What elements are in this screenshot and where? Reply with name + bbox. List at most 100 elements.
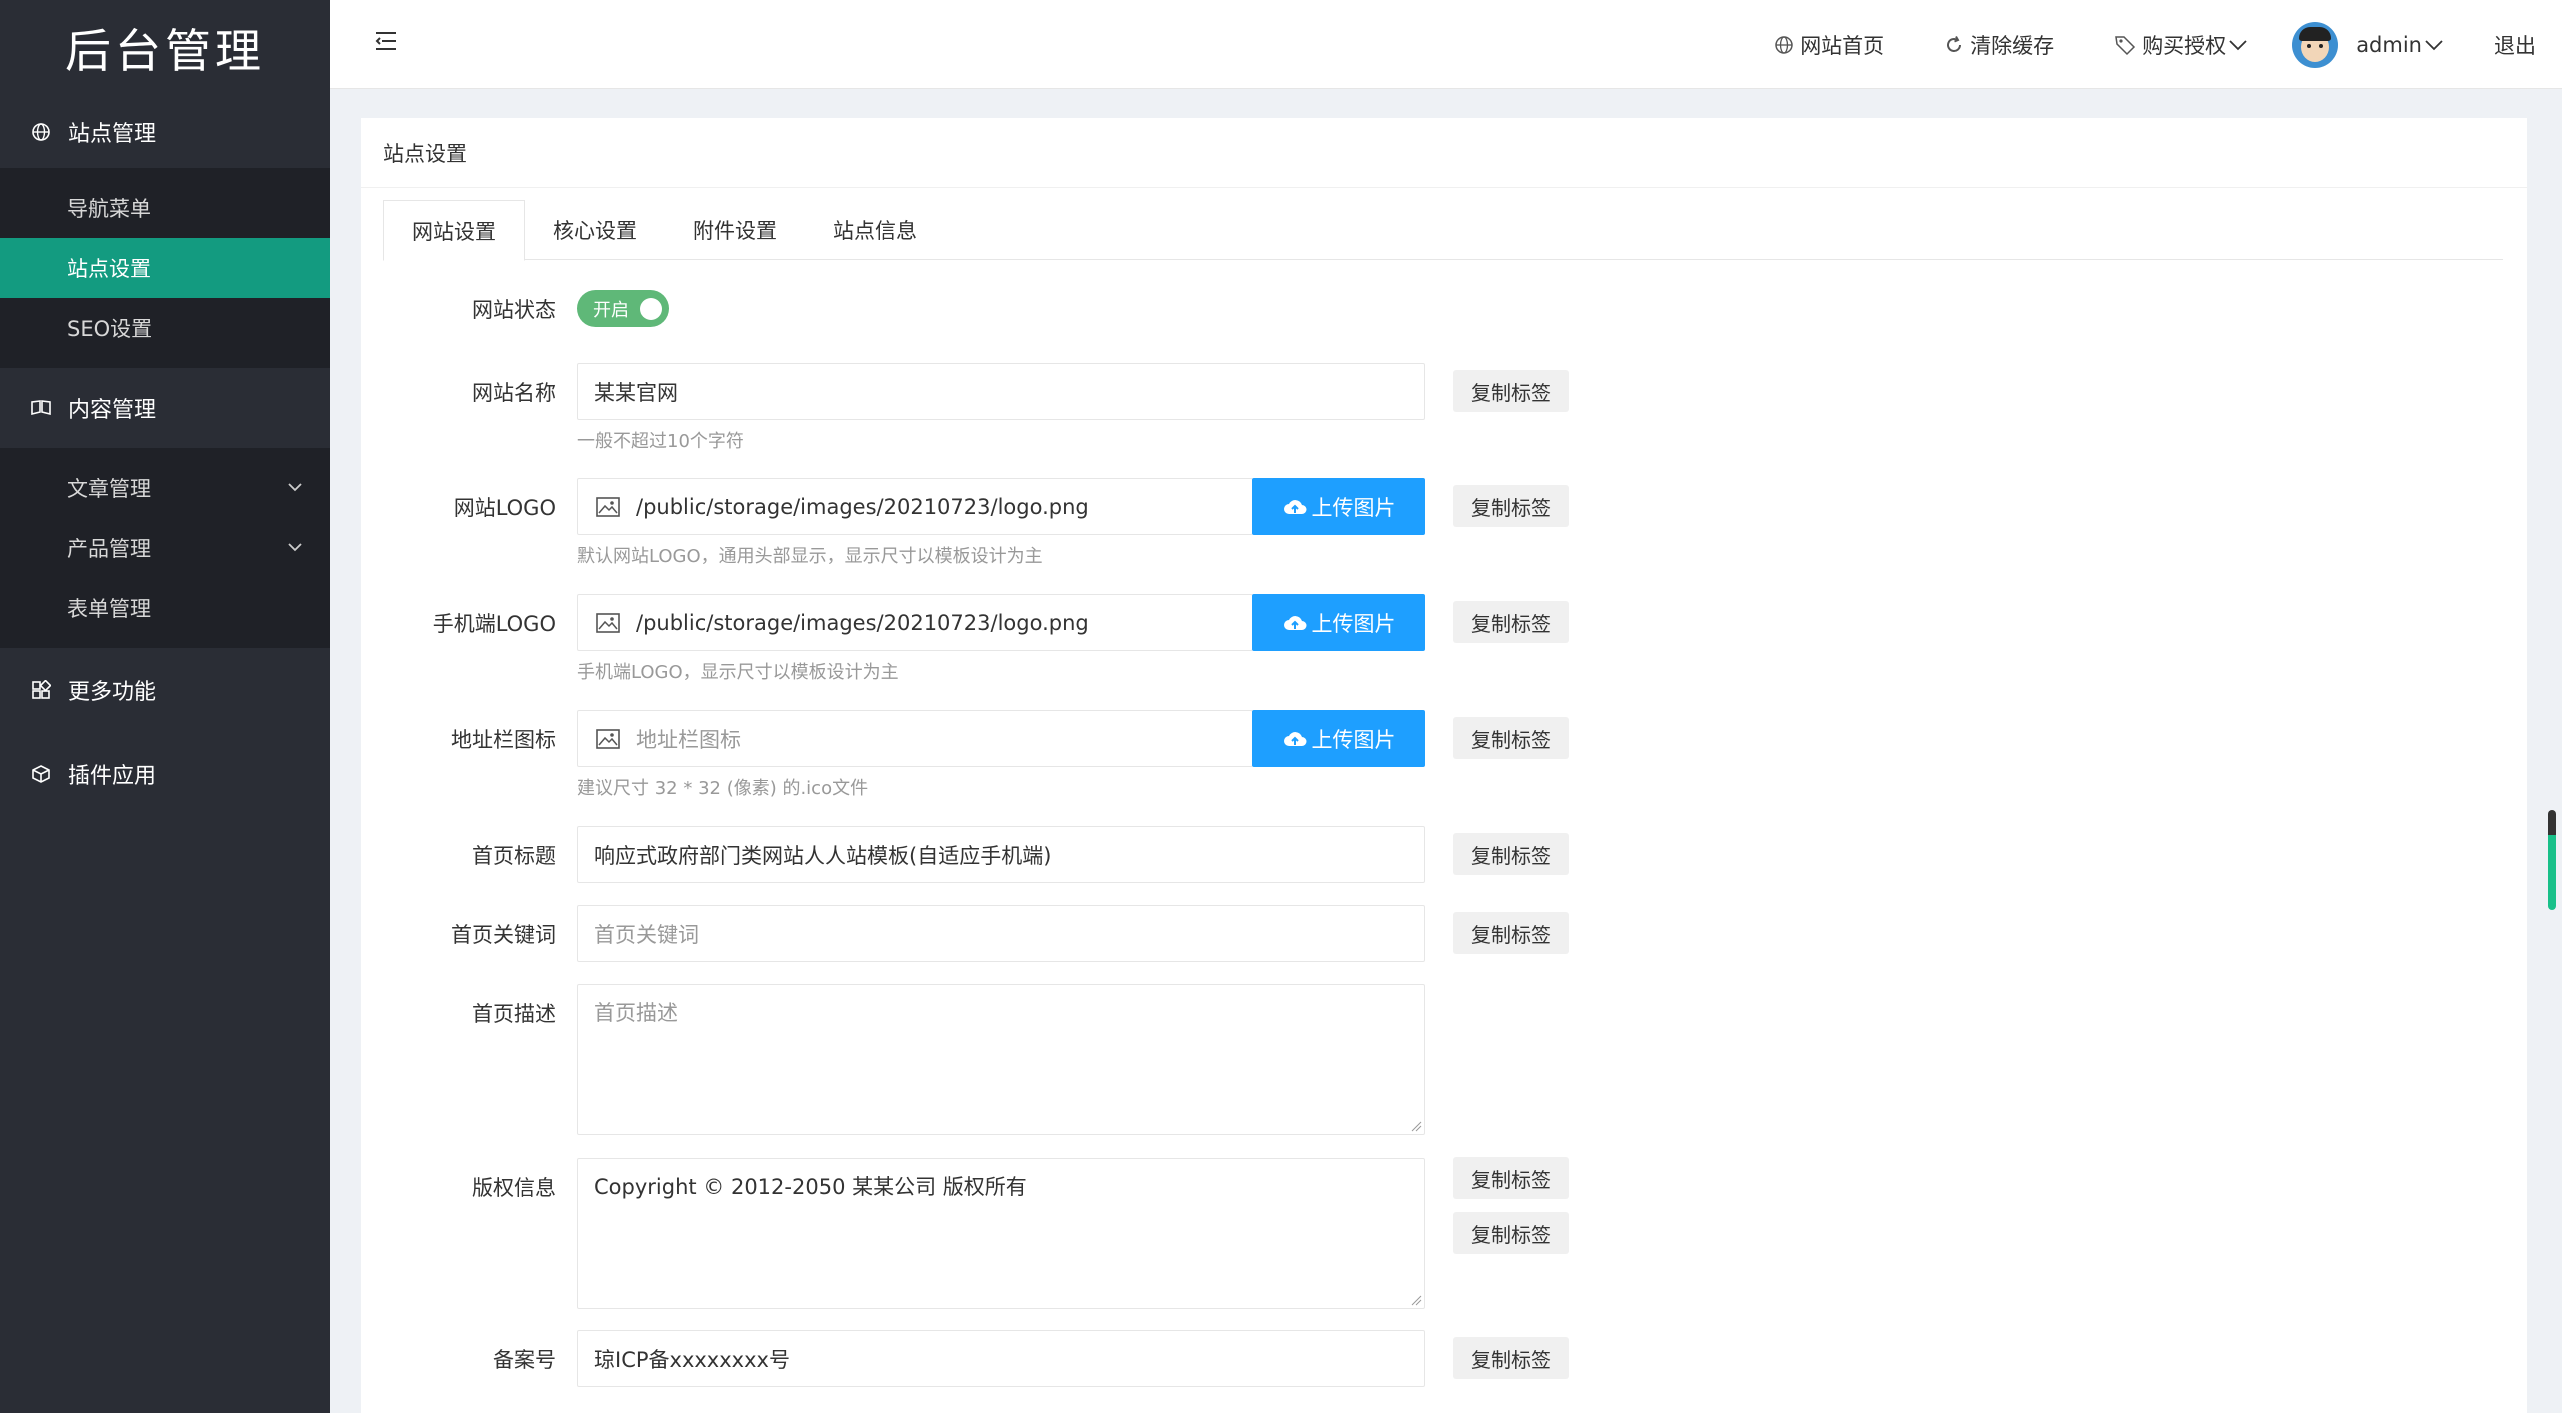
copyright-textarea[interactable]: Copyright © 2012-2050 某某公司 版权所有	[577, 1158, 1425, 1309]
book-icon	[30, 397, 52, 419]
sidebar-item-label: 站点设置	[67, 257, 151, 281]
topbar: 网站首页 清除缓存 购买授权 admin 退出	[330, 0, 2562, 89]
image-icon	[596, 729, 620, 749]
upload-image-button[interactable]: 上传图片	[1252, 710, 1425, 767]
textarea-placeholder: 首页描述	[594, 1001, 678, 1025]
scrollbar[interactable]	[2548, 810, 2556, 910]
site-status-switch[interactable]: 开启	[577, 290, 669, 327]
clear-cache-label: 清除缓存	[1970, 33, 2055, 58]
field-label: 网站LOGO	[453, 496, 556, 520]
user-name: admin	[2356, 32, 2422, 57]
upload-image-button[interactable]: 上传图片	[1252, 594, 1425, 651]
sidebar-item-seo[interactable]: SEO设置	[0, 298, 330, 358]
field-label: 首页关键词	[451, 923, 556, 947]
mobile-logo-path: /public/storage/images/20210723/logo.png	[636, 610, 1089, 635]
copy-tag-button[interactable]: 复制标签	[1453, 1337, 1569, 1379]
sidebar: 后台管理 站点管理 导航菜单 站点设置 SEO设置 内容管理 文章管理 产品管理…	[0, 0, 330, 1413]
upload-image-button[interactable]: 上传图片	[1252, 478, 1425, 535]
avatar	[2292, 21, 2339, 68]
sidebar-submenu-site-list: 导航菜单 站点设置 SEO设置	[0, 168, 330, 368]
favicon-placeholder: 地址栏图标	[636, 727, 741, 752]
copy-tag-button[interactable]: 复制标签	[1453, 485, 1569, 527]
sidebar-group-label: 内容管理	[68, 398, 157, 423]
cube-icon	[30, 763, 52, 785]
sidebar-item-products[interactable]: 产品管理	[0, 518, 330, 578]
buy-license-dropdown[interactable]: 购买授权	[2114, 30, 2254, 60]
chevron-down-icon	[288, 483, 302, 492]
field-label: 地址栏图标	[451, 728, 556, 752]
tab-core-settings[interactable]: 核心设置	[525, 200, 665, 260]
sidebar-item-nav-menu[interactable]: 导航菜单	[0, 178, 330, 238]
menu-toggle-icon[interactable]	[374, 30, 398, 56]
refresh-icon	[1947, 35, 1962, 52]
copy-tag-button[interactable]: 复制标签	[1453, 370, 1569, 412]
upload-label: 上传图片	[1311, 495, 1396, 520]
copy-tag-button[interactable]: 复制标签	[1453, 717, 1569, 759]
upload-label: 上传图片	[1311, 611, 1396, 636]
sidebar-item-label: 导航菜单	[67, 197, 151, 221]
textarea-value: Copyright © 2012-2050 某某公司 版权所有	[594, 1175, 1027, 1199]
clear-cache-link[interactable]: 清除缓存	[1944, 30, 2054, 60]
home-keywords-input[interactable]: 首页关键词	[577, 905, 1425, 962]
field-hint: 默认网站LOGO，通用头部显示，显示尺寸以模板设计为主	[577, 546, 1043, 567]
site-home-link[interactable]: 网站首页	[1774, 30, 1884, 60]
sidebar-item-site-settings[interactable]: 站点设置	[0, 238, 330, 298]
sidebar-group-site[interactable]: 站点管理	[0, 96, 330, 168]
logout-link[interactable]: 退出	[2494, 30, 2536, 60]
apps-icon	[30, 679, 52, 701]
mobile-logo-input[interactable]: /public/storage/images/20210723/logo.png	[577, 594, 1253, 651]
field-hint: 手机端LOGO，显示尺寸以模板设计为主	[577, 662, 899, 683]
copy-tag-button[interactable]: 复制标签	[1453, 912, 1569, 954]
image-icon	[596, 613, 620, 633]
field-label: 备案号	[493, 1348, 556, 1372]
tab-site-info[interactable]: 站点信息	[805, 200, 945, 260]
logo-path: /public/storage/images/20210723/logo.png	[636, 494, 1089, 519]
switch-text: 开启	[593, 299, 629, 321]
settings-tabs: 网站设置 核心设置 附件设置 站点信息	[383, 200, 2503, 261]
cloud-upload-icon	[1283, 499, 1306, 514]
site-home-label: 网站首页	[1800, 33, 1885, 58]
field-hint: 一般不超过10个字符	[577, 431, 744, 452]
cloud-upload-icon	[1283, 615, 1306, 630]
logout-label: 退出	[2494, 33, 2536, 58]
sidebar-item-forms[interactable]: 表单管理	[0, 578, 330, 638]
resize-grip-icon[interactable]	[1410, 1294, 1422, 1306]
tab-attachment-settings[interactable]: 附件设置	[665, 200, 805, 260]
icp-input[interactable]: 琼ICP备xxxxxxxx号	[577, 1330, 1425, 1387]
globe-icon	[30, 121, 52, 143]
copy-tag-button[interactable]: 复制标签	[1453, 833, 1569, 875]
site-name-input[interactable]: 某某官网	[577, 363, 1425, 420]
tag-icon	[2115, 35, 2136, 55]
field-hint: 建议尺寸 32 * 32 (像素) 的.ico文件	[577, 778, 869, 799]
sidebar-item-label: 产品管理	[67, 537, 151, 561]
resize-grip-icon[interactable]	[1410, 1120, 1422, 1132]
home-desc-textarea[interactable]: 首页描述	[577, 984, 1425, 1135]
sidebar-group-label: 更多功能	[68, 680, 157, 705]
field-label: 首页描述	[472, 1002, 556, 1026]
buy-license-label: 购买授权	[2142, 33, 2227, 58]
sidebar-group-label: 插件应用	[68, 764, 157, 789]
app-logo: 后台管理	[65, 24, 265, 78]
home-title-input[interactable]: 响应式政府部门类网站人人站模板(自适应手机端)	[577, 826, 1425, 883]
sidebar-item-label: 文章管理	[67, 477, 151, 501]
tab-website-settings[interactable]: 网站设置	[383, 200, 525, 261]
sidebar-item-label: SEO设置	[67, 317, 153, 341]
sidebar-item-articles[interactable]: 文章管理	[0, 458, 330, 518]
field-label: 版权信息	[472, 1176, 556, 1200]
copy-tag-button[interactable]: 复制标签	[1453, 601, 1569, 643]
sidebar-group-content[interactable]: 内容管理	[0, 368, 330, 448]
copy-tag-button[interactable]: 复制标签	[1453, 1212, 1569, 1254]
switch-knob	[640, 298, 662, 320]
image-icon	[596, 497, 620, 517]
sidebar-group-more[interactable]: 更多功能	[0, 648, 330, 732]
logo-input[interactable]: /public/storage/images/20210723/logo.png	[577, 478, 1253, 535]
card-title: 站点设置	[361, 118, 2527, 188]
chevron-down-icon	[2425, 39, 2443, 50]
sidebar-group-plugins[interactable]: 插件应用	[0, 732, 330, 816]
chevron-down-icon	[2229, 39, 2247, 50]
user-menu[interactable]: admin	[2292, 21, 2450, 68]
favicon-input[interactable]: 地址栏图标	[577, 710, 1253, 767]
field-label: 网站状态	[472, 298, 556, 322]
copy-tag-button[interactable]: 复制标签	[1453, 1157, 1569, 1199]
sidebar-submenu-content: 文章管理 产品管理 表单管理	[0, 448, 330, 648]
